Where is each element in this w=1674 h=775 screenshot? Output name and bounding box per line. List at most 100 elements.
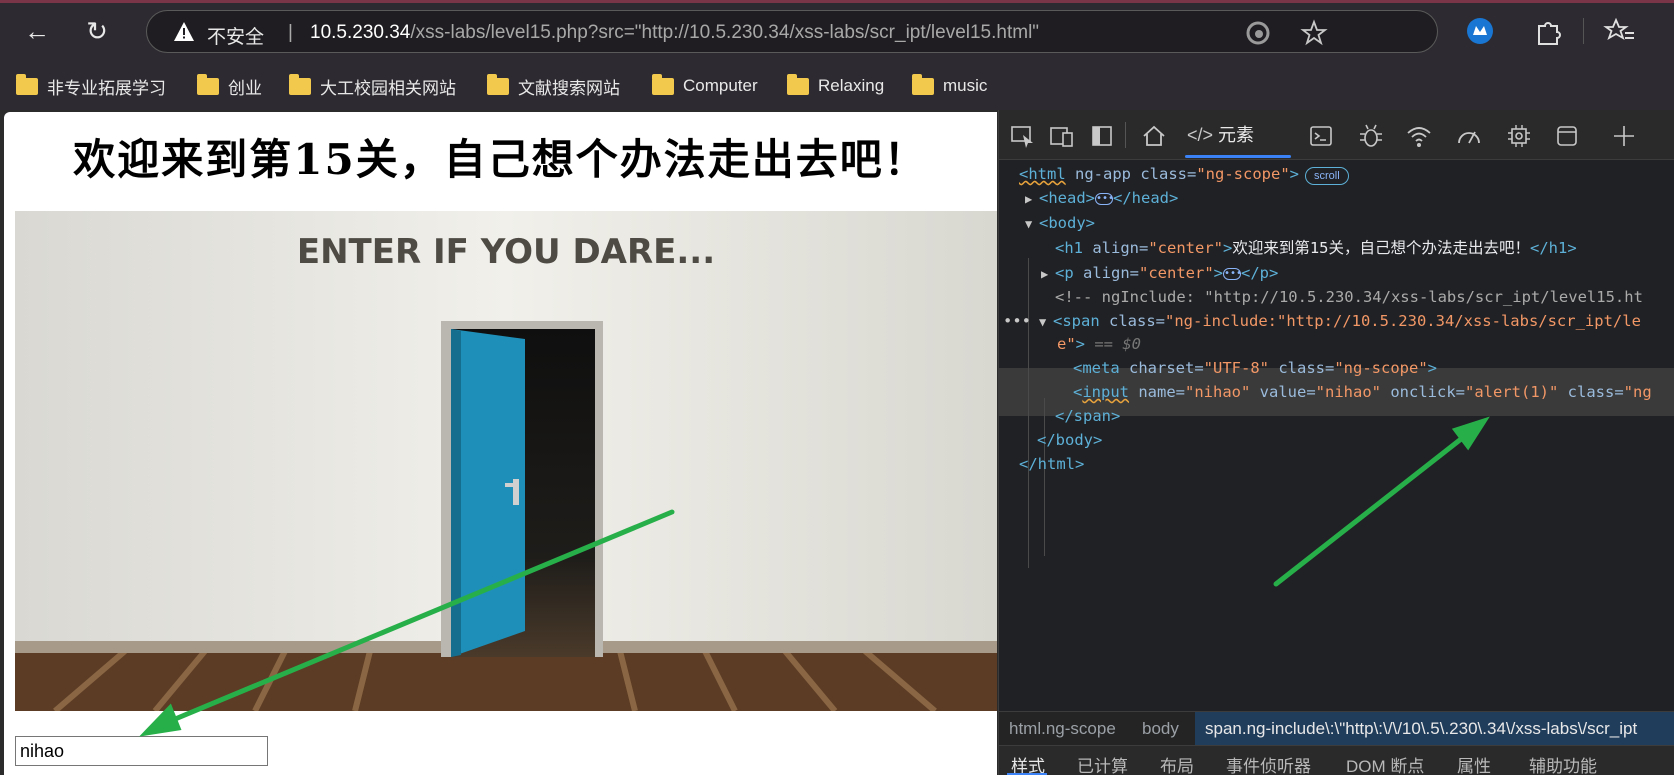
devtools-panel: </> 元素 <html ng-app class="ng-scope"> scr… [998,110,1674,775]
tab-event-listeners[interactable]: 事件侦听器 [1226,752,1311,775]
address-separator: | [288,22,293,43]
inspect-element-icon[interactable] [1007,121,1037,151]
bookmark-label: music [943,76,988,95]
selected-node-ref: == $0 [1085,335,1142,353]
dom-line-meta[interactable]: <meta charset="UTF-8" class="ng-scope"> [1073,356,1437,380]
collapse-triangle-icon[interactable]: ▼ [1039,310,1053,334]
collapsed-dots-icon[interactable]: ••• [1223,267,1242,280]
folder-icon [912,73,934,95]
more-tools-plus-icon[interactable] [1609,121,1639,151]
span-tag-end: > [1075,335,1086,353]
address-bar[interactable]: 不安全 | 10.5.230.34/xss-labs/level15.php?s… [146,10,1438,53]
dom-line-input[interactable]: <input name="nihao" value="nihao" onclic… [1073,380,1652,404]
folder-icon [197,73,219,95]
dom-line-head[interactable]: ▶ <head>•••</head> [1025,186,1178,210]
warning-icon[interactable] [173,21,195,43]
html-attr-value: "ng-scope" [1196,165,1290,183]
h1-attr: align= [1083,239,1149,257]
back-icon[interactable]: ← [20,14,54,48]
collapsed-dots-icon[interactable]: ••• [1095,192,1114,205]
welcome-home-icon[interactable] [1139,121,1169,151]
dock-side-icon[interactable] [1087,121,1117,151]
bookmark-label: 文献搜索网站 [518,78,620,98]
insecure-label[interactable]: 不安全 [207,22,264,49]
favorites-list-icon[interactable] [1603,14,1637,48]
head-open-tag: <head> [1039,189,1095,207]
code-brackets-icon: </> [1187,125,1214,145]
input-name-value: "nihao" [1185,383,1251,401]
bookmark-folder[interactable]: 文献搜索网站 [487,72,620,100]
p-attr-value: "center" [1139,264,1214,282]
h1-tag: <h1 [1055,239,1083,257]
dom-line-h1[interactable]: <h1 align="center">欢迎来到第15关，自己想个办法走出去吧！<… [1055,236,1577,260]
input-onclick-value: "alert(1)" [1465,383,1559,401]
edge-read-icon[interactable] [1244,19,1272,47]
tab-layout[interactable]: 布局 [1160,752,1194,775]
performance-gauge-icon[interactable] [1454,121,1484,151]
tab-elements[interactable]: </> 元素 [1187,120,1254,150]
h1-close-tag: </h1> [1530,239,1577,257]
bookmark-folder[interactable]: 大工校园相关网站 [289,72,456,100]
image-caption: ENTER IF YOU DARE... [297,232,715,272]
input-attr-class: class= [1558,383,1624,401]
h1-tag-end: > [1222,239,1233,257]
url-path: /xss-labs/level15.php?src="http://10.5.2… [410,22,1040,43]
door-image[interactable]: ENTER IF YOU DARE... [15,211,997,711]
network-wifi-icon[interactable] [1404,121,1434,151]
scroll-badge[interactable]: scroll [1305,167,1349,185]
url-text[interactable]: 10.5.230.34/xss-labs/level15.php?src="ht… [310,22,1039,44]
memory-chip-icon[interactable] [1504,121,1534,151]
nihao-input[interactable] [15,736,268,766]
application-window-icon[interactable] [1552,121,1582,151]
extension-shield-icon[interactable] [1463,14,1497,48]
bookmark-folder[interactable]: Relaxing [787,72,884,100]
reload-icon[interactable]: ↻ [80,14,114,48]
dom-line-comment[interactable]: <!-- ngInclude: "http://10.5.230.34/xss-… [1055,285,1643,309]
device-emulation-icon[interactable] [1047,121,1077,151]
breadcrumb-body[interactable]: body [1142,719,1179,739]
tab-dom-breakpoints[interactable]: DOM 断点 [1346,752,1424,775]
dom-line-html-close[interactable]: </html> [1019,452,1084,476]
devtools-divider [1125,122,1126,148]
breadcrumb-span[interactable]: span.ng-include\:\"http\:\/\/10\.5\.230\… [1195,712,1674,746]
favorite-star-icon[interactable] [1300,19,1328,47]
dom-line-span-close[interactable]: </span> [1055,404,1120,428]
dom-line-span-cont[interactable]: e"> == $0 [1057,332,1141,356]
h1-attr-value: "center" [1148,239,1223,257]
tab-properties[interactable]: 属性 [1457,752,1491,775]
html-tag-end: > [1289,165,1299,183]
h1-text: 欢迎来到第15关，自己想个办法走出去吧！ [1232,239,1530,257]
p-attr: align= [1073,264,1139,282]
body-close-tag: </body> [1037,431,1103,449]
collapse-triangle-icon[interactable]: ▼ [1025,212,1039,236]
breadcrumb-html[interactable]: html.ng-scope [1009,719,1116,739]
meta-tag-end: > [1427,359,1437,377]
head-close-tag: </head> [1113,189,1179,207]
expand-triangle-icon[interactable]: ▶ [1025,187,1039,211]
url-host: 10.5.230.34 [310,22,411,43]
dom-line-body[interactable]: ▼ <body> [1025,211,1095,235]
dom-line-body-close[interactable]: </body> [1037,428,1102,452]
bookmark-folder[interactable]: 创业 [197,72,262,100]
dom-line-span[interactable]: ▼ <span class="ng-include:"http://10.5.23… [1039,309,1641,333]
input-attr-value: value= [1250,383,1316,401]
tab-styles[interactable]: 样式 [1011,752,1045,775]
p-tag-end: > [1213,264,1223,282]
dom-line-p[interactable]: ▶ <p align="center">•••</p> [1041,261,1278,285]
indent-guide [1044,398,1045,556]
bookmark-folder[interactable]: music [912,72,987,100]
expand-triangle-icon[interactable]: ▶ [1041,262,1055,286]
sources-bug-icon[interactable] [1356,121,1386,151]
tab-computed[interactable]: 已计算 [1077,752,1128,775]
console-icon[interactable] [1306,121,1336,151]
tab-accessibility[interactable]: 辅助功能 [1529,752,1597,775]
indent-guide [1028,258,1029,568]
input-value-value: "nihao" [1315,383,1381,401]
dom-line-html[interactable]: <html ng-app class="ng-scope"> scroll [1019,162,1349,186]
extensions-puzzle-icon[interactable] [1531,14,1565,48]
bookmark-folder[interactable]: 非专业拓展学习 [16,72,166,100]
span-close-tag: </span> [1055,407,1121,425]
meta-attr-charset: charset= [1119,359,1204,377]
bookmark-folder[interactable]: Computer [652,72,758,100]
gutter-more-icon[interactable]: ••• [1003,309,1031,333]
